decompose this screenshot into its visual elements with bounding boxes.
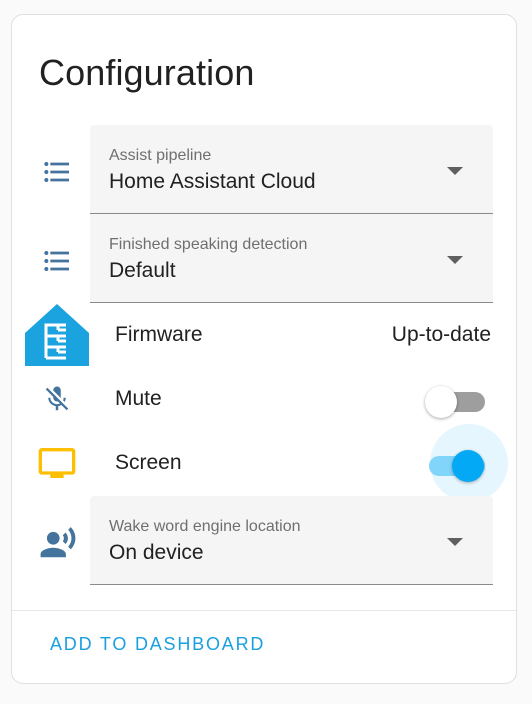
screen-toggle-thumb — [452, 450, 484, 482]
format-list-bulleted-icon — [37, 241, 77, 281]
add-to-dashboard-button[interactable]: ADD TO DASHBOARD — [42, 630, 273, 659]
dropdown-arrow-icon — [447, 538, 463, 546]
assist-pipeline-value: Home Assistant Cloud — [109, 170, 316, 193]
wake-word-engine-value: On device — [109, 541, 204, 564]
configuration-card: Configuration Assist pipeline Home Assis… — [11, 14, 517, 684]
firmware-label: Firmware — [115, 323, 203, 346]
esphome-icon — [24, 303, 90, 367]
screen-label: Screen — [115, 451, 182, 474]
finished-speaking-select[interactable]: Finished speaking detection Default — [90, 214, 493, 303]
mute-toggle-thumb — [425, 386, 457, 418]
card-title: Configuration — [39, 52, 255, 93]
assist-pipeline-label: Assist pipeline — [109, 147, 212, 164]
mute-toggle[interactable] — [425, 379, 485, 419]
firmware-status[interactable]: Up-to-date — [392, 323, 491, 347]
monitor-icon — [37, 443, 77, 483]
assist-pipeline-select[interactable]: Assist pipeline Home Assistant Cloud — [90, 125, 493, 214]
format-list-bulleted-icon — [37, 152, 77, 192]
dropdown-arrow-icon — [447, 167, 463, 175]
wake-word-engine-select[interactable]: Wake word engine location On device — [90, 496, 493, 585]
mute-label: Mute — [115, 387, 162, 410]
finished-speaking-label: Finished speaking detection — [109, 236, 308, 253]
microphone-off-icon — [37, 379, 77, 419]
finished-speaking-value: Default — [109, 259, 176, 282]
screen-toggle[interactable] — [425, 443, 485, 483]
dropdown-arrow-icon — [447, 256, 463, 264]
account-voice-icon — [38, 523, 78, 563]
wake-word-engine-label: Wake word engine location — [109, 518, 301, 535]
card-actions-divider — [12, 610, 516, 611]
